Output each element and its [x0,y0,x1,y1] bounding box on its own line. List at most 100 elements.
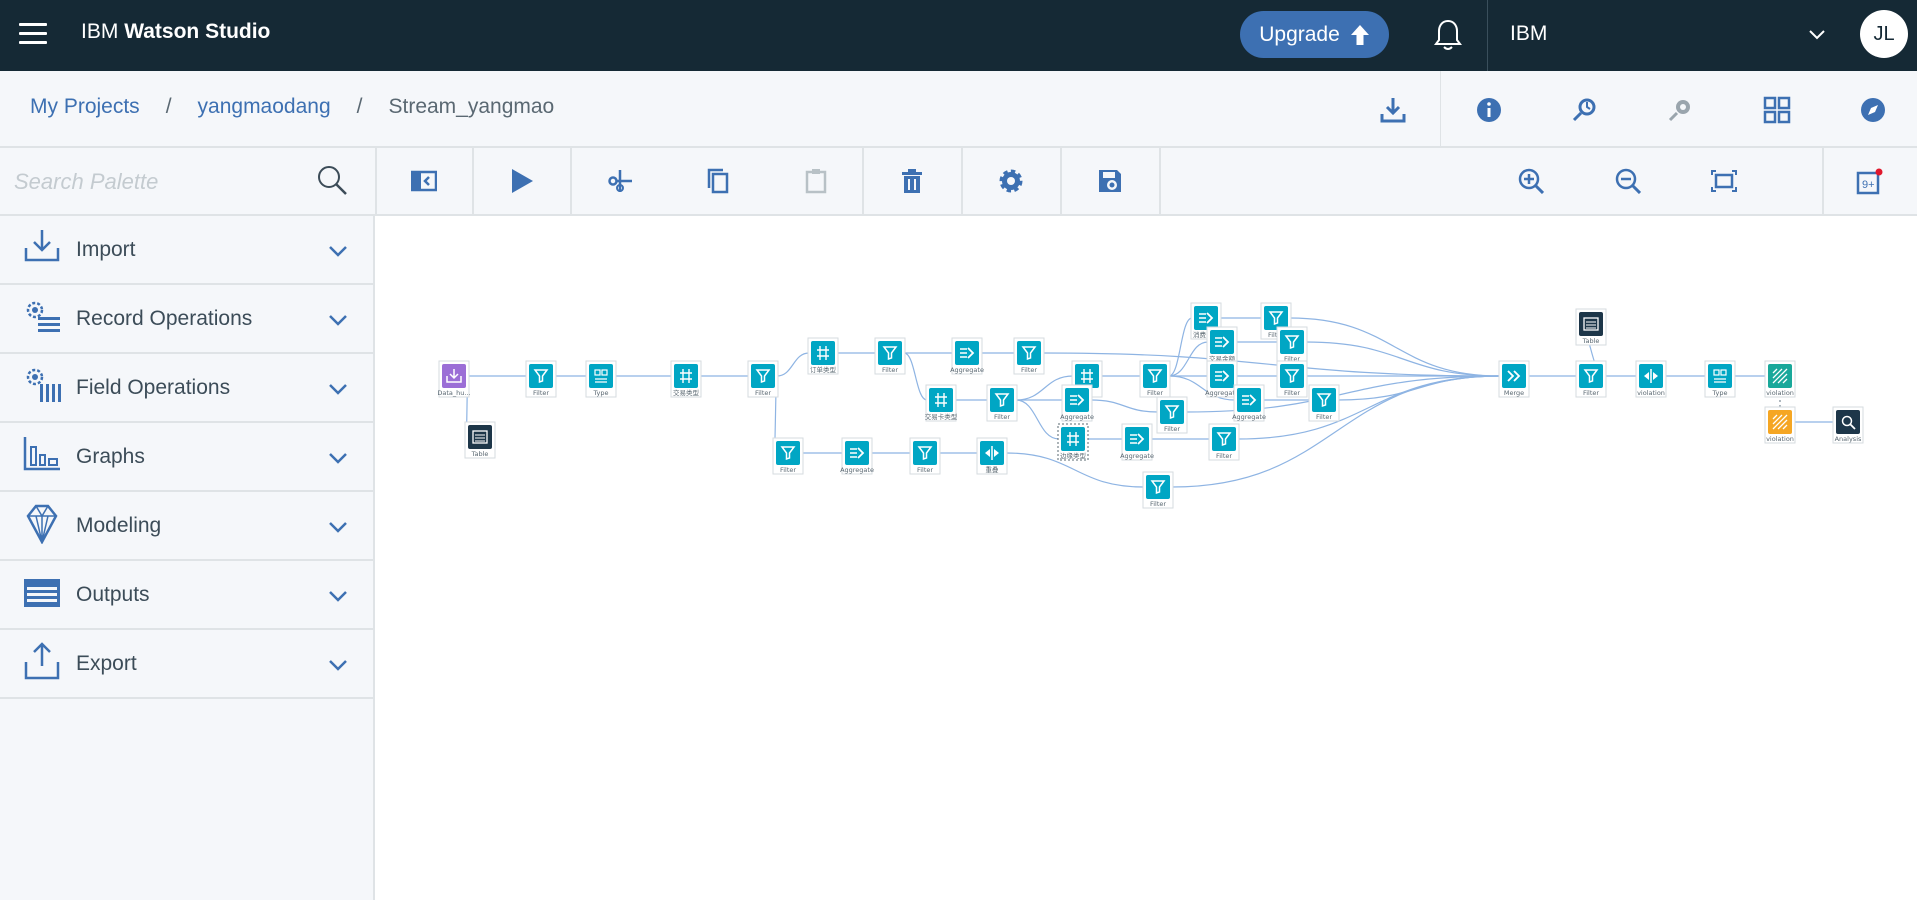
outputs-icon [24,579,60,607]
settings-button[interactable] [962,148,1060,214]
flow-node-filter[interactable]: Filter [1276,326,1308,364]
flow-node-filter[interactable]: Filter [1276,360,1308,398]
palette-item-outputs[interactable]: Outputs [0,561,375,630]
upgrade-button[interactable]: Upgrade [1240,11,1389,58]
save-button[interactable] [1061,148,1159,214]
run-button[interactable] [473,148,571,214]
flow-node-derive[interactable]: 交易类型 [670,360,702,398]
flow-node-partition[interactable]: violation [1635,360,1667,398]
zoom-out-button[interactable] [1579,148,1677,214]
palette-item-field-operations[interactable]: Field Operations [0,354,375,423]
flow-node-import[interactable]: Data_hu... [437,360,471,398]
flow-canvas[interactable]: Data_hu... Table Filter Type 交易类型 Filter 订单类型 F… [377,218,1917,900]
flow-link[interactable] [1015,399,1060,440]
palette-item-label: Export [76,652,137,675]
flow-node-type[interactable]: Type [1704,360,1736,398]
paste-button[interactable] [767,148,865,214]
flow-link[interactable] [1289,317,1501,377]
node-label: Aggregate [1232,413,1266,421]
flow-node-filter[interactable]: Filter [1013,337,1045,375]
toggle-palette-button[interactable] [375,148,473,214]
flow-node-aggregate[interactable]: Aggregate [840,437,874,475]
search-icon[interactable] [316,164,348,196]
flow-node-partition[interactable]: 重叠 [976,437,1008,475]
node-label: Type [593,389,609,397]
node-label: Filter [917,466,933,474]
flow-node-derive[interactable]: 边缘类型 [1057,423,1089,461]
notifications-button[interactable]: 9+ [1823,148,1917,214]
node-label: 边缘类型 [1060,451,1087,460]
flow-node-aggregate[interactable]: Aggregate [1120,423,1154,461]
node-icon-box [929,388,953,412]
node-label: Aggregate [840,466,874,474]
flow-node-aggregate[interactable]: Aggregate [950,337,984,375]
flow-node-analysis[interactable]: Analysis [1832,406,1864,444]
zoom-in-button[interactable] [1482,148,1580,214]
compass-icon[interactable] [1858,95,1888,125]
flow-node-model[interactable]: violation [1764,360,1796,398]
export-icon [24,642,60,680]
flow-node-aggregate[interactable]: 交易金额 [1206,326,1238,364]
chevron-down-icon [329,591,347,602]
download-icon[interactable] [1378,95,1408,125]
flow-node-table[interactable]: Table [464,421,496,459]
node-icon-box [811,341,835,365]
account-name[interactable]: IBM [1510,22,1547,46]
grid-icon[interactable] [1762,95,1792,125]
flow-node-aggregate[interactable]: Aggregate [1232,384,1266,422]
flow-diagram[interactable]: Data_hu... Table Filter Type 交易类型 Filter 订单类型 F… [377,218,1917,900]
search-palette-input[interactable] [14,164,304,200]
flow-node-merge[interactable]: Merge [1498,360,1530,398]
zoom-out-icon [1615,168,1641,194]
node-label: Filter [755,389,771,397]
flow-node-derive[interactable]: 交易卡类型 [925,384,958,422]
flow-node-filter[interactable]: Filter [1208,423,1240,461]
palette-item-graphs[interactable]: Graphs [0,423,375,492]
flow-node-aggregate[interactable]: Aggregate [1060,384,1094,422]
flow-node-filter[interactable]: Filter [747,360,779,398]
palette-item-export[interactable]: Export [0,630,375,699]
palette-item-modeling[interactable]: Modeling [0,492,375,561]
flow-node-table[interactable]: Table [1575,308,1607,346]
notifications-bell-icon[interactable] [1432,18,1464,52]
flow-node-filter[interactable]: Filter [874,337,906,375]
breadcrumb-project[interactable]: yangmaodang [198,95,331,119]
fit-to-screen-button[interactable] [1675,148,1773,214]
assets-icon[interactable] [1666,95,1696,125]
flow-node-filter[interactable]: Filter [772,437,804,475]
flow-node-filter[interactable]: Filter [1156,396,1188,434]
flow-node-filter[interactable]: Filter [1139,360,1171,398]
flow-node-filter[interactable]: Filter [986,384,1018,422]
delete-button[interactable] [863,148,961,214]
palette-item-import[interactable]: Import [0,216,375,285]
app-brand[interactable]: IBM Watson Studio [81,20,270,44]
flow-link[interactable] [903,352,928,401]
upgrade-arrow-icon [1350,24,1369,45]
flow-node-model-nugget[interactable]: violation [1764,406,1796,444]
breadcrumb-my-projects[interactable]: My Projects [30,95,140,119]
flow-node-filter[interactable]: Filter [909,437,941,475]
flow-node-type[interactable]: Type [585,360,617,398]
flow-node-filter[interactable]: Filter [1308,384,1340,422]
chevron-down-icon [329,453,347,464]
flow-link[interactable] [776,352,810,377]
avatar[interactable]: JL [1860,10,1908,58]
flow-node-filter[interactable]: Filter [1575,360,1607,398]
copy-button[interactable] [669,148,767,214]
hamburger-menu-icon[interactable] [19,23,47,47]
flow-node-derive[interactable]: 订单类型 [807,337,839,375]
info-icon[interactable] [1474,95,1504,125]
flow-link[interactable] [1090,399,1159,413]
node-icon-box [913,441,937,465]
chevron-down-icon[interactable] [1808,27,1826,41]
toggle-palette-icon [411,170,437,192]
palette-item-record-operations[interactable]: Record Operations [0,285,375,354]
node-label: Filter [994,413,1010,421]
flow-link[interactable] [1168,317,1193,377]
flow-node-filter[interactable]: Filter [525,360,557,398]
node-icon-box [1075,364,1099,388]
run-history-icon[interactable] [1570,95,1600,125]
flow-node-filter[interactable]: Filter [1142,471,1174,509]
cut-button[interactable] [571,148,669,214]
node-icon-box [1143,364,1167,388]
